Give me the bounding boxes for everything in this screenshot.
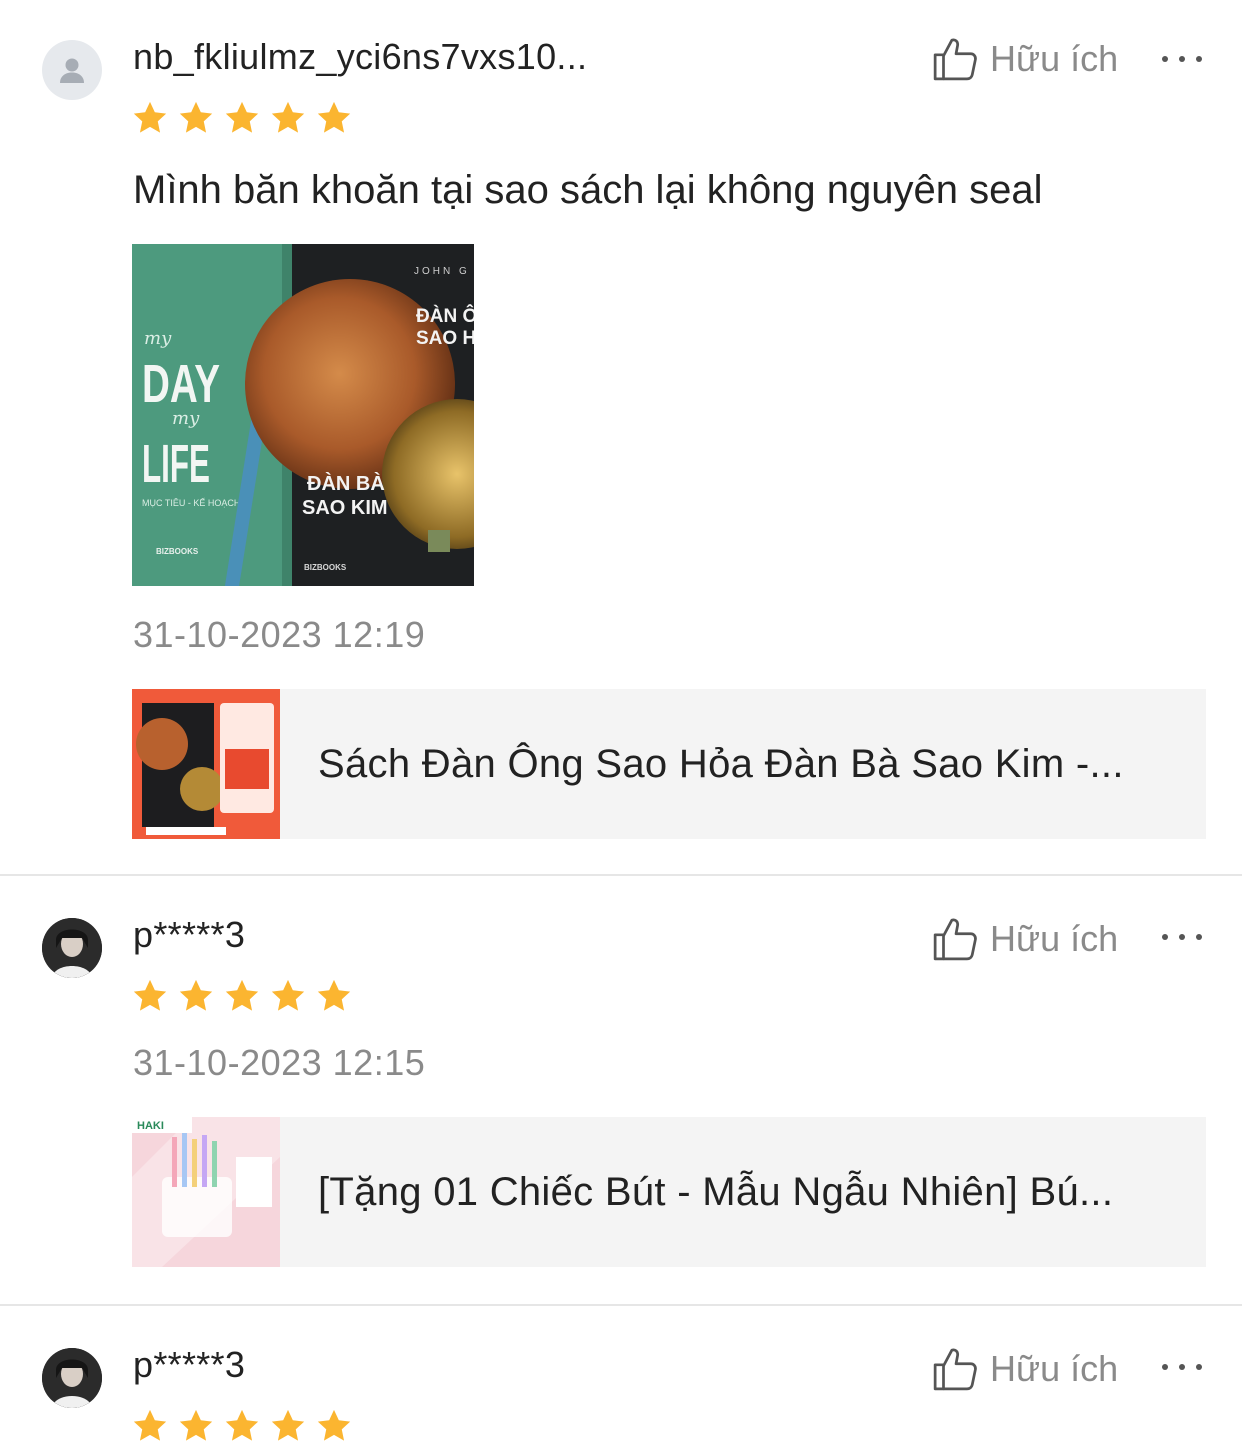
avatar[interactable] [42,1348,102,1408]
review-photo[interactable]: my DAY my LIFE MỤC TIÊU - KẾ HOẠCH BIZBO… [132,244,474,586]
star-icon [315,99,353,137]
thumbs-up-icon [932,36,978,82]
review-card: p*****3 Hữu ích 31-10-2023 12:15 HAKI [T… [0,876,1242,1306]
svg-text:SAO H: SAO H [416,328,474,349]
reviewer-name: p*****3 [133,1344,246,1385]
more-options-button[interactable] [1162,927,1202,947]
svg-text:ĐÀN BÀ: ĐÀN BÀ [307,472,385,495]
star-icon [269,99,307,137]
svg-text:ĐÀN Ô: ĐÀN Ô [416,305,474,327]
svg-text:my: my [144,328,172,349]
star-icon [177,977,215,1015]
svg-text:DAY: DAY [142,354,220,414]
more-icon [1162,934,1168,940]
helpful-button[interactable]: Hữu ích [932,1346,1118,1392]
user-photo [42,918,102,978]
avatar[interactable] [42,918,102,978]
star-icon [269,1407,307,1445]
helpful-label: Hữu ích [990,38,1119,79]
product-name: Sách Đàn Ông Sao Hỏa Đàn Bà Sao Kim -... [318,741,1124,786]
review-comment: Mình băn khoăn tại sao sách lại không ng… [133,168,1043,212]
more-icon [1162,56,1168,62]
star-icon [177,99,215,137]
helpful-button[interactable]: Hữu ích [932,916,1118,962]
svg-text:MỤC TIÊU - KẾ HOẠCH: MỤC TIÊU - KẾ HOẠCH [142,498,240,508]
star-icon [223,99,261,137]
more-options-button[interactable] [1162,49,1202,69]
star-rating [131,1407,353,1445]
star-icon [315,977,353,1015]
star-icon [269,977,307,1015]
review-card: nb_fkliulmz_yci6ns7vxs10... Hữu ích Mình… [0,0,1242,876]
user-photo [42,1348,102,1408]
svg-text:SAO KIM: SAO KIM [302,497,388,519]
helpful-label: Hữu ích [990,918,1119,959]
product-thumbnail: HAKI [132,1117,280,1267]
review-timestamp: 31-10-2023 12:19 [133,614,426,655]
reviewer-name: p*****3 [133,914,246,955]
product-link[interactable]: HAKI [Tặng 01 Chiếc Bút - Mẫu Ngẫu Nhiên… [132,1117,1206,1267]
more-options-button[interactable] [1162,1357,1202,1377]
helpful-button[interactable]: Hữu ích [932,36,1118,82]
avatar[interactable] [42,40,102,100]
svg-text:BIZBOOKS: BIZBOOKS [304,563,347,572]
star-icon [315,1407,353,1445]
thumbs-up-icon [932,1346,978,1392]
review-timestamp: 31-10-2023 12:15 [133,1042,426,1083]
helpful-label: Hữu ích [990,1348,1119,1389]
product-link[interactable]: Sách Đàn Ông Sao Hỏa Đàn Bà Sao Kim -... [132,689,1206,839]
svg-text:BIZBOOKS: BIZBOOKS [156,547,199,556]
user-icon [60,58,84,83]
star-icon [131,99,169,137]
star-icon [223,977,261,1015]
reviewer-name: nb_fkliulmz_yci6ns7vxs10... [133,36,588,77]
review-card: p*****3 Hữu ích [0,1306,1242,1432]
product-thumbnail [132,689,280,839]
product-name: [Tặng 01 Chiếc Bút - Mẫu Ngẫu Nhiên] Bú.… [318,1169,1114,1214]
svg-text:JOHN G: JOHN G [414,266,470,277]
star-icon [131,1407,169,1445]
star-rating [131,977,353,1015]
svg-text:LIFE: LIFE [142,434,210,494]
svg-text:HAKI: HAKI [137,1120,164,1132]
star-rating [131,99,353,137]
star-icon [223,1407,261,1445]
more-icon [1162,1364,1168,1370]
thumbs-up-icon [932,916,978,962]
star-icon [131,977,169,1015]
star-icon [177,1407,215,1445]
svg-text:my: my [172,408,200,429]
